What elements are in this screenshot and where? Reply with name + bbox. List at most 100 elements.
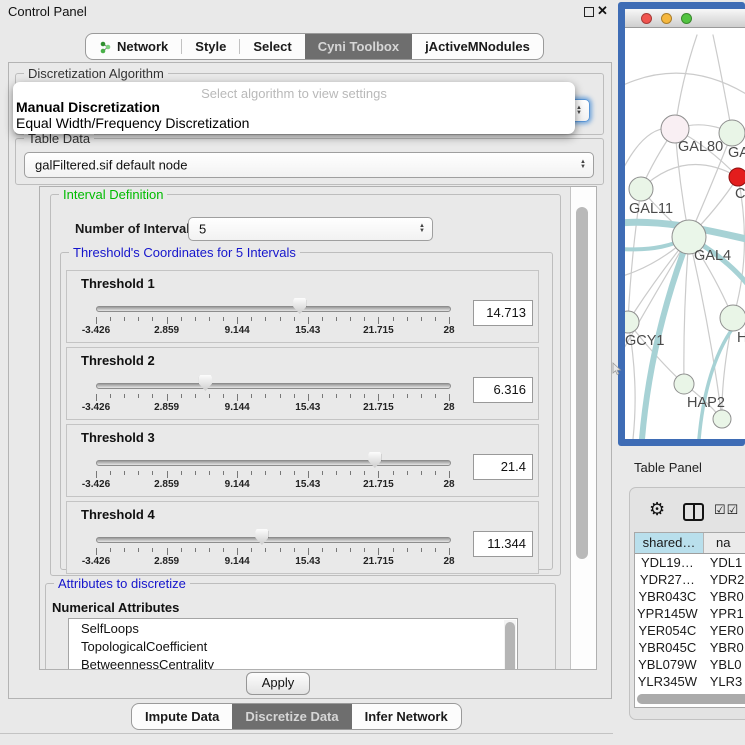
table-row[interactable]: YBL079WYBL0 xyxy=(635,656,745,673)
slider-track[interactable] xyxy=(96,537,451,543)
slider-tick-label: 28 xyxy=(427,325,471,336)
table-horizontal-scrollbar[interactable] xyxy=(637,694,745,704)
table-row[interactable]: YDR27…YDR2 xyxy=(635,571,745,588)
tab-label: Style xyxy=(195,34,226,59)
table-cell: YPR1 xyxy=(700,605,745,622)
panel-scrollbar-thumb[interactable] xyxy=(576,207,588,559)
network-view-inner: GAL80GACGAL11GAL4GCY1HHAP2 xyxy=(625,9,745,439)
list-scrollbar[interactable] xyxy=(504,620,516,670)
slider-tick-label: 9.144 xyxy=(215,479,259,490)
table-cell: YBL079W xyxy=(635,656,700,673)
slider-tick xyxy=(195,394,196,398)
tab-cyni-toolbox[interactable]: Cyni Toolbox xyxy=(305,34,412,59)
float-window-icon[interactable] xyxy=(584,7,594,17)
slider-tick xyxy=(138,394,139,398)
slider-tick xyxy=(223,394,224,398)
network-canvas[interactable]: GAL80GACGAL11GAL4GCY1HHAP2 xyxy=(625,27,745,439)
table-cell: YDR2 xyxy=(700,571,745,588)
slider-track[interactable] xyxy=(96,306,451,312)
settings-gear-icon[interactable]: ⚙ xyxy=(649,499,665,520)
slider-tick xyxy=(322,317,323,321)
algorithm-dropdown-popup: Select algorithm to view settings Manual… xyxy=(13,82,575,134)
table-row[interactable]: YDL19…YDL1 xyxy=(635,554,745,571)
table-row[interactable]: YLR345WYLR3 xyxy=(635,673,745,690)
slider-tick xyxy=(407,317,408,321)
table-header-cell[interactable]: shared… xyxy=(635,533,704,553)
slider-tick xyxy=(393,548,394,552)
threshold-panel: Threshold 3-3.4262.8599.14415.4321.71528… xyxy=(66,424,539,497)
slider-tick xyxy=(138,317,139,321)
table-row[interactable]: YPR145WYPR1 xyxy=(635,605,745,622)
tab-network[interactable]: Network xyxy=(86,34,181,59)
slider-tick xyxy=(209,394,210,398)
dropdown-item[interactable]: Equal Width/Frequency Discretization xyxy=(16,115,249,131)
slider-tick xyxy=(336,394,337,398)
split-columns-icon[interactable] xyxy=(683,503,704,521)
table-hscrollbar-thumb[interactable] xyxy=(637,694,745,704)
number-of-intervals-combobox[interactable]: 5 ▲▼ xyxy=(188,217,433,241)
network-node-gcy1[interactable] xyxy=(625,311,639,333)
close-icon[interactable]: ✕ xyxy=(597,3,608,19)
tab-jactivemnodules[interactable]: jActiveMNodules xyxy=(412,34,543,59)
close-traffic-light-icon[interactable] xyxy=(641,13,652,24)
table-data-combobox[interactable]: galFiltered.sif default node ▲▼ xyxy=(24,152,594,178)
table-row[interactable]: YER054CYER0 xyxy=(635,622,745,639)
select-columns-checkboxes-icon[interactable]: ☑☑ xyxy=(714,502,739,518)
slider-tick xyxy=(152,317,153,321)
network-node-ga[interactable] xyxy=(719,120,745,146)
slider-tick xyxy=(223,317,224,321)
network-node-label: GCY1 xyxy=(625,333,665,349)
tab-select[interactable]: Select xyxy=(240,34,304,59)
network-node-h[interactable] xyxy=(720,305,745,331)
table-row[interactable]: YBR045CYBR0 xyxy=(635,639,745,656)
threshold-label: Threshold 3 xyxy=(81,430,155,445)
threshold-panel: Threshold 4-3.4262.8599.14415.4321.71528… xyxy=(66,501,539,574)
network-node-gal11[interactable] xyxy=(629,177,653,201)
zoom-traffic-light-icon[interactable] xyxy=(681,13,692,24)
slider-tick xyxy=(110,317,111,321)
slider-tick xyxy=(152,548,153,552)
network-edge xyxy=(684,237,689,384)
table-cell: YPR145W xyxy=(635,605,700,622)
group-title: Threshold's Coordinates for 5 Intervals xyxy=(69,245,300,260)
slider-track[interactable] xyxy=(96,383,451,389)
group-title: Interval Definition xyxy=(59,187,167,202)
slider-tick xyxy=(152,471,153,475)
threshold-value-field[interactable]: 21.4 xyxy=(473,454,533,480)
panel-scrollbar[interactable] xyxy=(570,187,596,669)
slider-tick xyxy=(364,394,365,398)
table-header-row: shared…na xyxy=(635,533,745,554)
minimize-traffic-light-icon[interactable] xyxy=(661,13,672,24)
dropdown-item[interactable]: Manual Discretization xyxy=(16,99,160,115)
tab-impute-data[interactable]: Impute Data xyxy=(132,704,232,729)
slider-tick-label: 2.859 xyxy=(145,479,189,490)
table-cell: YDR27… xyxy=(635,571,700,588)
slider-track[interactable] xyxy=(96,460,451,466)
tab-discretize-data[interactable]: Discretize Data xyxy=(232,704,351,729)
network-node-hap2[interactable] xyxy=(674,374,694,394)
attribute-list-item[interactable]: BetweennessCentrality xyxy=(69,655,517,670)
slider-tick-label: 15.43 xyxy=(286,402,330,413)
slider-tick xyxy=(364,471,365,475)
table-row[interactable]: YBR043CYBR0 xyxy=(635,588,745,605)
stepper-arrows-icon: ▲▼ xyxy=(419,224,425,234)
attribute-list-item[interactable]: SelfLoops xyxy=(69,619,517,637)
table-header-cell[interactable]: na xyxy=(704,533,745,553)
slider-tick xyxy=(124,471,125,475)
network-node-c[interactable] xyxy=(729,168,745,186)
threshold-value-field[interactable]: 11.344 xyxy=(473,531,533,557)
list-scrollbar-thumb[interactable] xyxy=(505,622,515,670)
slider-tick xyxy=(138,548,139,552)
apply-button[interactable]: Apply xyxy=(246,672,310,695)
slider-tick-label: -3.426 xyxy=(74,325,118,336)
threshold-value-field[interactable]: 6.316 xyxy=(473,377,533,403)
network-node[interactable] xyxy=(713,410,731,428)
tab-style[interactable]: Style xyxy=(182,34,239,59)
attribute-list-item[interactable]: TopologicalCoefficient xyxy=(69,637,517,655)
tab-infer-network[interactable]: Infer Network xyxy=(352,704,461,729)
slider-tick xyxy=(421,548,422,552)
table-cell: YDL1 xyxy=(700,554,745,571)
slider-tick xyxy=(449,548,450,555)
slider-tick xyxy=(364,317,365,321)
threshold-value-field[interactable]: 14.713 xyxy=(473,300,533,326)
